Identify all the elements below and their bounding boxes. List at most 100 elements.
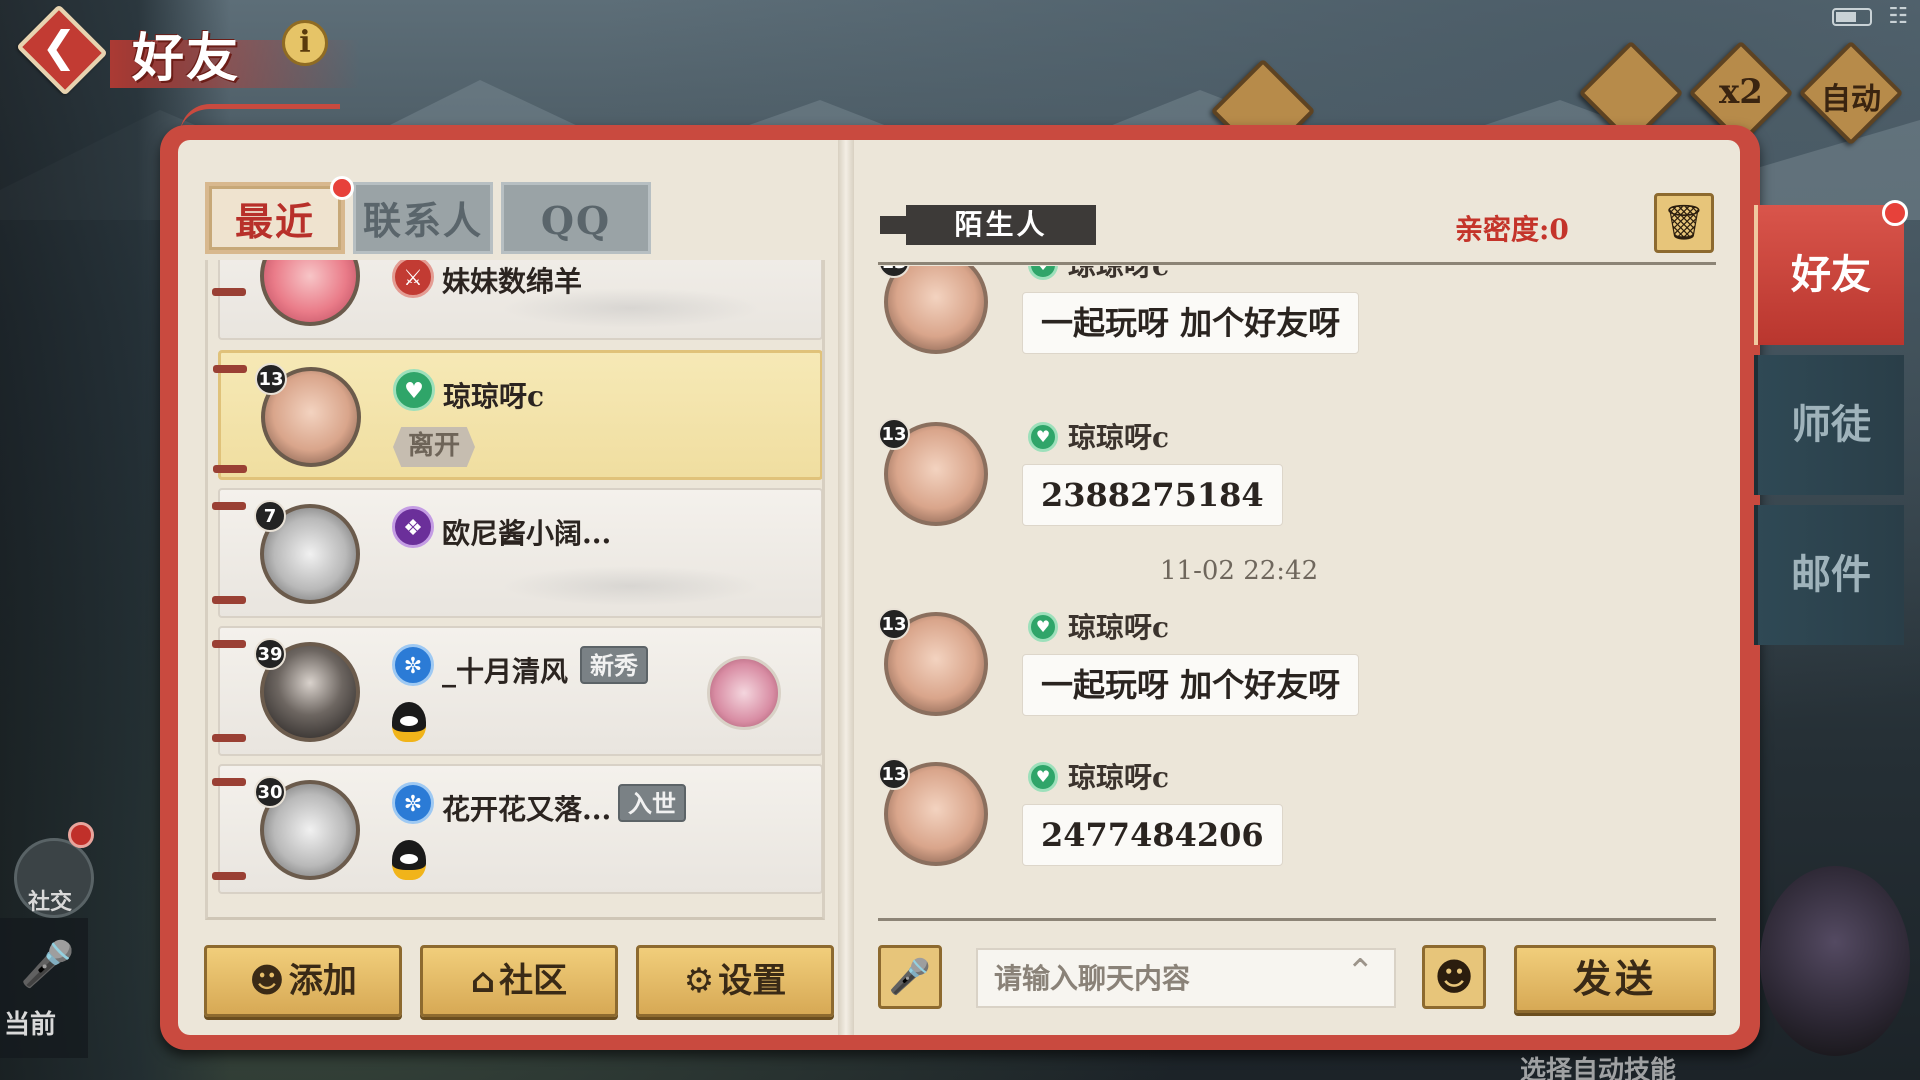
emoji-button[interactable]: ☻ xyxy=(1422,945,1486,1009)
panel-fold xyxy=(838,140,854,1035)
pin-decoration xyxy=(213,465,247,473)
recent-notification-dot xyxy=(330,176,354,200)
heart-icon: ♥ xyxy=(1028,266,1058,280)
divider xyxy=(878,262,1716,265)
list-item[interactable]: 39 ✼ _十月清风 新秀 xyxy=(212,626,822,756)
back-arrow-icon[interactable]: ❮ xyxy=(34,22,84,72)
frame-decoration xyxy=(180,104,340,134)
list-item[interactable]: 7 ❖ 欧尼酱小阔... xyxy=(212,488,822,618)
tab-recent[interactable]: 最近 xyxy=(205,182,345,254)
pin-decoration xyxy=(212,502,246,510)
character-portrait[interactable] xyxy=(1760,866,1910,1056)
social-notification-dot xyxy=(68,822,94,848)
pin-decoration xyxy=(212,872,246,880)
avatar[interactable] xyxy=(884,266,988,354)
level-badge: 13 xyxy=(878,608,910,640)
level-badge: 7 xyxy=(254,500,286,532)
social-label: 社交 xyxy=(28,889,73,915)
rank-badge: 新秀 xyxy=(580,646,648,684)
friend-name: _十月清风 xyxy=(442,655,569,688)
add-friend-label: 添加 xyxy=(288,961,357,1001)
channel-label[interactable]: 当前 xyxy=(4,1004,56,1041)
info-icon[interactable]: i xyxy=(282,20,328,66)
tab-qq[interactable]: QQ xyxy=(501,182,651,254)
chat-message: 13 ♥ 琼琼呀c 一起玩呀 加个好友呀 xyxy=(878,604,1716,744)
pin-decoration xyxy=(212,778,246,786)
qq-penguin-icon xyxy=(392,702,426,742)
ink-decoration xyxy=(501,566,761,606)
chat-message: 13 ♥ 琼琼呀c 2388275184 xyxy=(878,414,1716,554)
avatar xyxy=(260,260,360,326)
chat-message: 13 ♥ 琼琼呀c 2477484206 xyxy=(878,754,1716,894)
friends-notification-dot xyxy=(1882,200,1908,226)
heart-icon: ♥ xyxy=(1028,612,1058,642)
swirl-icon: ✼ xyxy=(392,644,434,686)
gear-icon: ⚙ xyxy=(683,961,715,1001)
side-tab-mentor[interactable]: 师徒 xyxy=(1754,355,1904,495)
microphone-icon: 🎤 xyxy=(888,957,932,997)
sword-icon: ⚔ xyxy=(392,260,434,298)
pin-decoration xyxy=(212,288,246,296)
level-badge: 13 xyxy=(878,418,910,450)
community-button[interactable]: ⌂ 社区 xyxy=(420,945,618,1017)
list-item[interactable]: 14 ⚔ 妹妹数绵羊 xyxy=(212,260,822,340)
voice-button[interactable]: 🎤 xyxy=(878,945,942,1009)
pin-decoration xyxy=(213,365,247,373)
sect-icon: ❖ xyxy=(392,506,434,548)
settings-label: 设置 xyxy=(718,961,787,1001)
community-label: 社区 xyxy=(499,961,568,1001)
sender-name: 琼琼呀c xyxy=(1068,611,1170,644)
wifi-icon: ☷ xyxy=(1888,4,1908,29)
level-badge: 13 xyxy=(878,758,910,790)
chat-history[interactable]: 13 ♥ 琼琼呀c 一起玩呀 加个好友呀 13 ♥ 琼琼呀c 238827518… xyxy=(878,266,1716,916)
ink-decoration xyxy=(501,288,761,328)
sender-name: 琼琼呀c xyxy=(1068,266,1169,284)
heart-icon: ♥ xyxy=(1028,422,1058,452)
auto-tag-label: 自动 xyxy=(1821,82,1881,117)
sender-name: 琼琼呀c xyxy=(1068,421,1170,454)
add-friend-button[interactable]: ☻ 添加 xyxy=(204,945,402,1017)
pin-decoration xyxy=(212,596,246,604)
swirl-icon: ✼ xyxy=(392,782,434,824)
side-tab-friends[interactable]: 好友 xyxy=(1754,205,1904,345)
divider xyxy=(878,918,1716,921)
heart-icon: ♥ xyxy=(393,369,435,411)
speed-tag-label: x2 xyxy=(1719,72,1763,112)
friend-list[interactable]: 14 ⚔ 妹妹数绵羊 13 ♥ 琼琼呀c 离开 7 ❖ 欧尼酱小阔... 39 … xyxy=(205,260,825,920)
message-bubble: 一起玩呀 加个好友呀 xyxy=(1022,292,1360,354)
delete-chat-button[interactable]: 🗑 xyxy=(1654,193,1714,253)
person-icon: ☻ xyxy=(249,961,285,1001)
relation-label: 陌生人 xyxy=(906,205,1096,245)
list-item[interactable]: 30 ✼ 花开花又落... 入世 xyxy=(212,764,822,894)
settings-button[interactable]: ⚙ 设置 xyxy=(636,945,834,1017)
tab-contacts[interactable]: 联系人 xyxy=(353,182,493,254)
level-badge: 13 xyxy=(255,363,287,395)
intimacy-value: 亲密度:0 xyxy=(1455,213,1569,246)
level-badge: 39 xyxy=(254,638,286,670)
sender-name: 琼琼呀c xyxy=(1068,761,1170,794)
status-badge: 离开 xyxy=(393,427,475,467)
friend-name: 花开花又落... xyxy=(442,793,612,826)
top-header: ❮ 好友 i xyxy=(0,0,370,100)
friend-tabs: 最近 联系人 QQ xyxy=(205,182,651,254)
chevron-up-icon[interactable]: ⌃ xyxy=(1346,952,1375,992)
home-icon: ⌂ xyxy=(470,961,496,1001)
heart-icon: ♥ xyxy=(1028,762,1058,792)
level-badge: 30 xyxy=(254,776,286,808)
message-bubble: 一起玩呀 加个好友呀 xyxy=(1022,654,1360,716)
trash-icon: 🗑 xyxy=(1662,203,1706,243)
qq-penguin-icon xyxy=(392,840,426,880)
list-item-selected[interactable]: 13 ♥ 琼琼呀c 离开 xyxy=(213,350,822,480)
chat-input[interactable] xyxy=(976,948,1396,1008)
microphone-icon[interactable]: 🎤 xyxy=(20,938,75,994)
side-tab-mail[interactable]: 邮件 xyxy=(1754,505,1904,645)
friend-name: 琼琼呀c xyxy=(443,380,545,413)
send-button[interactable]: 发送 xyxy=(1514,945,1716,1013)
pin-decoration xyxy=(212,640,246,648)
friend-name: 欧尼酱小阔... xyxy=(442,517,612,550)
smiley-icon: ☻ xyxy=(1434,955,1474,999)
gift-book-icon[interactable] xyxy=(707,656,781,730)
skill-hint: 选择自动技能 xyxy=(1520,1056,1677,1080)
rank-badge: 入世 xyxy=(618,784,686,822)
message-bubble: 2477484206 xyxy=(1022,804,1283,866)
